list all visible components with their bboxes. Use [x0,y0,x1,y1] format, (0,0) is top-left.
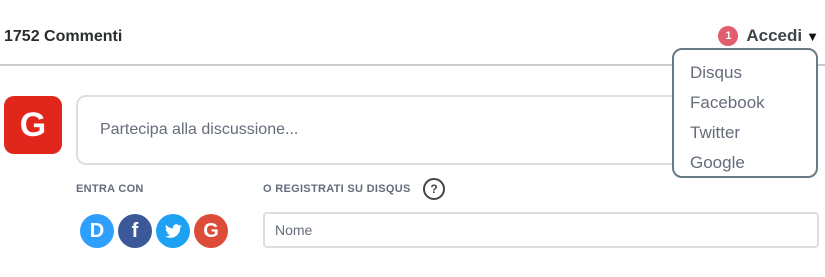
disqus-login-button[interactable]: D [80,214,114,248]
caret-down-icon: ▼ [806,28,819,44]
help-icon[interactable]: ? [423,178,445,200]
login-option-facebook[interactable]: Facebook [674,88,816,118]
comment-count: 1752 Commenti [4,28,123,45]
google-icon: G [203,219,219,242]
disqus-icon: D [89,219,105,242]
facebook-login-button[interactable]: f [118,214,152,248]
login-option-google[interactable]: Google [674,148,816,178]
login-option-twitter[interactable]: Twitter [674,118,816,148]
avatar: G [4,96,62,154]
login-dropdown: Disqus Facebook Twitter Google [672,48,818,178]
name-field[interactable] [263,212,819,248]
twitter-icon [165,224,182,238]
register-label: O REGISTRATI SU DISQUS [263,183,411,195]
login-button[interactable]: Accedi ▼ [746,26,819,46]
login-option-disqus[interactable]: Disqus [674,58,816,88]
enter-with-label: ENTRA CON [76,183,144,195]
notification-badge[interactable]: 1 [718,26,739,46]
login-menu-toggle[interactable]: 1 Accedi ▼ [718,26,819,46]
social-login-buttons: D f G [80,214,228,248]
google-login-button[interactable]: G [194,214,228,248]
twitter-login-button[interactable] [156,214,190,248]
comment-placeholder: Partecipa alla discussione... [100,121,299,138]
facebook-icon: f [131,219,139,242]
login-label: Accedi [746,26,803,45]
